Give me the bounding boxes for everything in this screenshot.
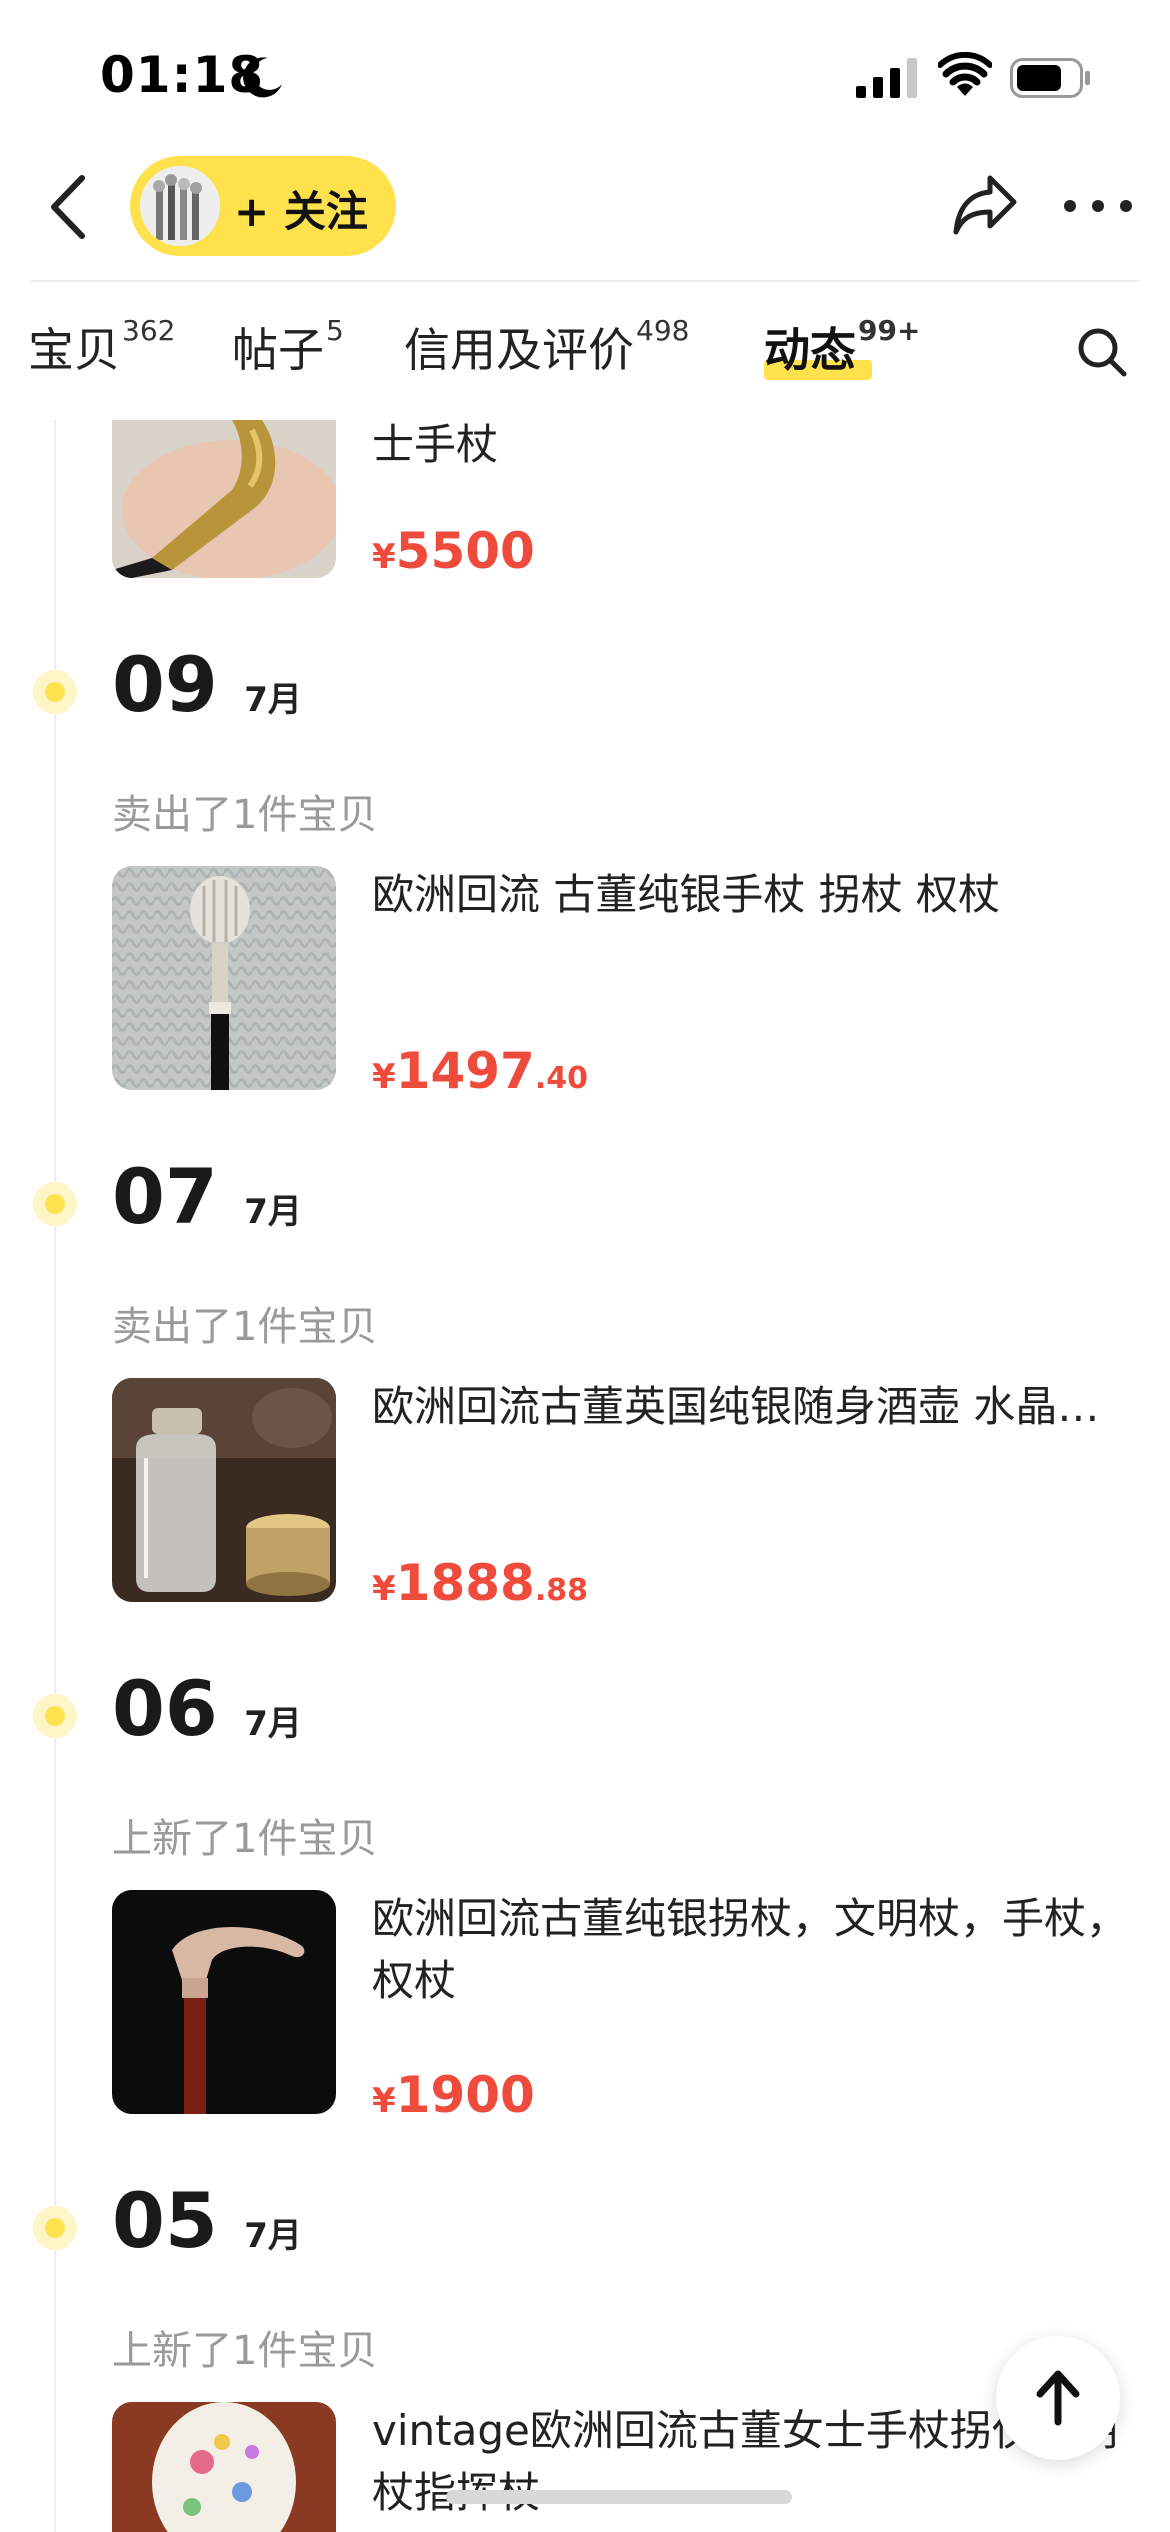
follow-button[interactable]: + 关注 bbox=[130, 156, 396, 256]
product-title[interactable]: 士手杖 bbox=[372, 414, 1130, 476]
entry-date: 05 7月 bbox=[112, 2176, 302, 2265]
battery-icon bbox=[1010, 58, 1090, 98]
header-divider bbox=[30, 280, 1140, 282]
more-options-icon[interactable] bbox=[1060, 196, 1136, 216]
price-integer: 5500 bbox=[395, 522, 535, 580]
tab-reviews-count: 498 bbox=[636, 313, 690, 347]
product-thumbnail[interactable] bbox=[112, 866, 336, 1090]
entry-action: 卖出了1件宝贝 bbox=[112, 792, 378, 838]
product-thumbnail[interactable] bbox=[112, 420, 336, 578]
hip-flask-image bbox=[112, 1378, 336, 1602]
tab-activity[interactable]: 动态99+ bbox=[764, 314, 920, 380]
price-decimal: .40 bbox=[534, 1061, 588, 1096]
product-price: ¥1497.40 bbox=[372, 1042, 588, 1100]
tab-activity-count: 99+ bbox=[858, 313, 921, 347]
entry-date: 06 7月 bbox=[112, 1664, 302, 1753]
product-title[interactable]: 欧洲回流古董英国纯银随身酒壶 水晶… bbox=[372, 1376, 1130, 1438]
price-integer: 1888 bbox=[395, 1554, 535, 1612]
home-indicator bbox=[446, 2490, 792, 2504]
tab-posts[interactable]: 帖子5 bbox=[232, 314, 344, 380]
arrow-up-icon bbox=[1036, 2370, 1080, 2426]
tab-items-label: 宝贝 bbox=[28, 323, 120, 377]
entry-day: 09 bbox=[112, 640, 218, 729]
wifi-icon bbox=[938, 52, 992, 96]
price-currency: ¥ bbox=[372, 1569, 396, 1609]
tab-reviews-label: 信用及评价 bbox=[404, 323, 634, 377]
price-decimal: .88 bbox=[534, 1573, 588, 1608]
entry-day: 06 bbox=[112, 1664, 218, 1753]
avatar-image bbox=[140, 166, 220, 246]
price-integer: 1497 bbox=[395, 1042, 535, 1100]
entry-date: 09 7月 bbox=[112, 640, 302, 729]
follow-label: + 关注 bbox=[234, 187, 368, 236]
share-icon[interactable] bbox=[950, 172, 1020, 238]
product-price: ¥5500 bbox=[372, 522, 535, 580]
enamel-cane-image bbox=[112, 2402, 336, 2532]
tab-activity-label: 动态 bbox=[764, 323, 856, 377]
price-integer: 1900 bbox=[395, 2066, 535, 2124]
tab-items-count: 362 bbox=[122, 313, 176, 347]
search-icon[interactable] bbox=[1076, 326, 1128, 378]
cellular-signal-icon bbox=[856, 58, 917, 98]
entry-month: 7月 bbox=[244, 2216, 302, 2256]
back-icon[interactable] bbox=[44, 172, 94, 242]
entry-day: 07 bbox=[112, 1152, 218, 1241]
tab-reviews[interactable]: 信用及评价498 bbox=[404, 314, 689, 380]
product-title[interactable]: 欧洲回流 古董纯银手杖 拐杖 权杖 bbox=[372, 864, 1130, 926]
entry-month: 7月 bbox=[244, 1192, 302, 1232]
price-currency: ¥ bbox=[372, 1057, 396, 1097]
walking-stick-handle-image bbox=[112, 420, 336, 578]
timeline-dot bbox=[33, 1182, 77, 1226]
timeline-dot bbox=[33, 2206, 77, 2250]
product-thumbnail[interactable] bbox=[112, 2402, 336, 2532]
timeline-dot bbox=[33, 670, 77, 714]
entry-month: 7月 bbox=[244, 1704, 302, 1744]
tab-posts-label: 帖子 bbox=[232, 323, 324, 377]
tab-items[interactable]: 宝贝362 bbox=[28, 314, 175, 380]
avatar[interactable] bbox=[140, 166, 220, 246]
moon-icon bbox=[243, 57, 282, 98]
entry-action: 卖出了1件宝贝 bbox=[112, 1304, 378, 1350]
timeline-dot bbox=[33, 1694, 77, 1738]
entry-month: 7月 bbox=[244, 680, 302, 720]
price-currency: ¥ bbox=[372, 537, 396, 577]
tab-posts-count: 5 bbox=[326, 313, 344, 347]
entry-date: 07 7月 bbox=[112, 1152, 302, 1241]
price-currency: ¥ bbox=[372, 2081, 396, 2121]
product-price: ¥1900 bbox=[372, 2066, 535, 2124]
back-to-top-button[interactable] bbox=[996, 2336, 1120, 2460]
entry-action: 上新了1件宝贝 bbox=[112, 1816, 378, 1862]
product-price: ¥1888.88 bbox=[372, 1554, 588, 1612]
silver-cane-image bbox=[112, 1890, 336, 2114]
entry-action: 上新了1件宝贝 bbox=[112, 2328, 378, 2374]
entry-day: 05 bbox=[112, 2176, 218, 2265]
product-thumbnail[interactable] bbox=[112, 1890, 336, 2114]
product-thumbnail[interactable] bbox=[112, 1378, 336, 1602]
silver-cane-image bbox=[112, 866, 336, 1090]
product-title[interactable]: 欧洲回流古董纯银拐杖，文明杖，手杖，权杖 bbox=[372, 1888, 1130, 2012]
